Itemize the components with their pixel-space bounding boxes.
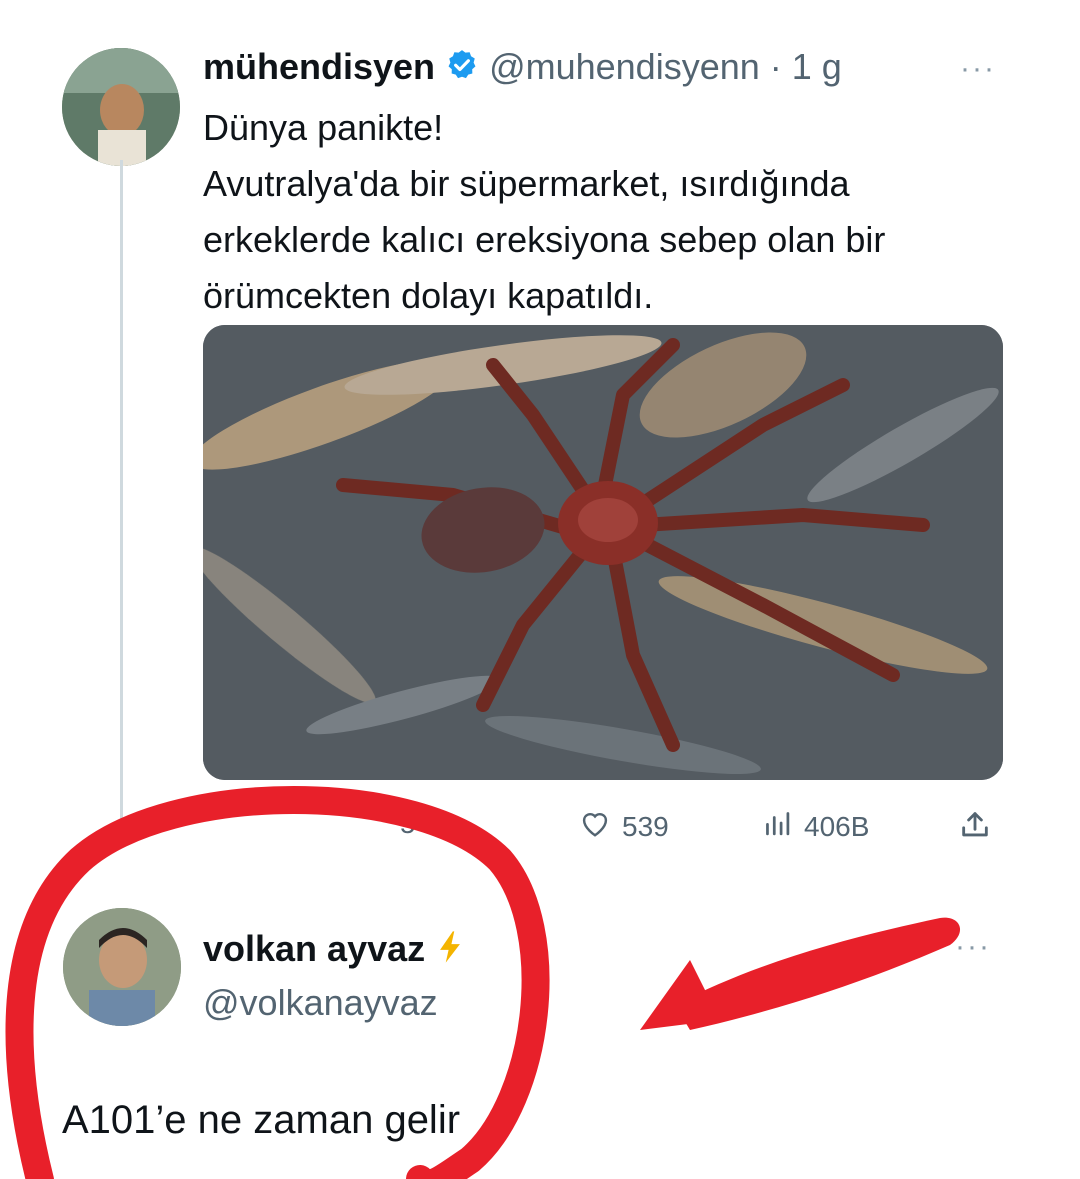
red-circle: [5, 786, 550, 1179]
red-arrow: [675, 917, 961, 1030]
red-annotation-overlay: [5, 786, 961, 1179]
